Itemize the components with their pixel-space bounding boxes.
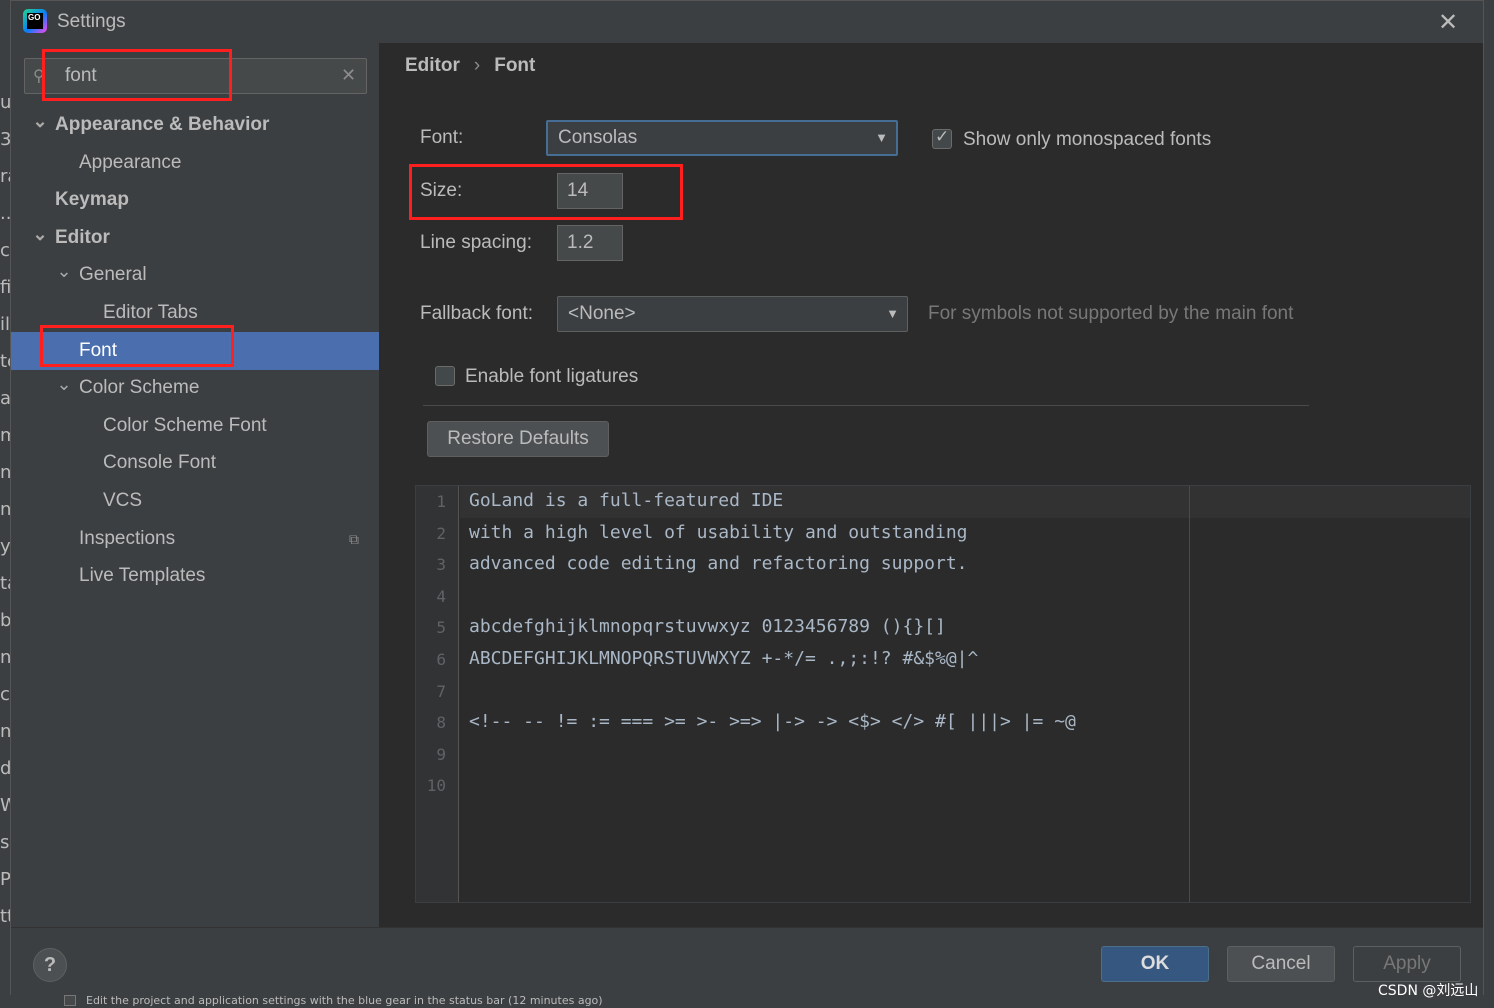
chevron-down-icon[interactable]: ⌄ [55, 369, 73, 399]
breadcrumb: Editor › Font [405, 55, 535, 77]
fallback-font-label: Fallback font: [420, 303, 533, 324]
breadcrumb-parent[interactable]: Editor [405, 55, 460, 76]
line-spacing-label: Line spacing: [420, 232, 532, 253]
breadcrumb-current: Font [494, 55, 536, 76]
tree-item-console-font[interactable]: Console Font [11, 444, 379, 482]
line-spacing-field[interactable]: 1.2 [557, 225, 623, 261]
font-dropdown-value: Consolas [558, 127, 638, 148]
tree-item-font[interactable]: Font [11, 331, 379, 370]
dropdown-arrow-icon: ▼ [875, 130, 888, 145]
settings-sidebar: ⚲ ✕ ⌄ Appearance & Behavior Appearance Keym… [11, 43, 379, 927]
font-label: Font: [420, 127, 464, 148]
tree-item-editor[interactable]: ⌄ Editor [11, 219, 379, 257]
preview-code-line: with a high level of usability and outst… [469, 521, 968, 543]
project-level-icon: ⧉ [349, 530, 359, 547]
chevron-down-icon[interactable]: ⌄ [31, 106, 49, 136]
size-field[interactable]: 14 [557, 173, 623, 209]
title-bar: GO Settings ✕ [11, 1, 1483, 43]
line-number-gutter: 1 2 3 4 5 6 7 8 9 10 [416, 486, 459, 902]
tree-item-label: VCS [103, 490, 143, 511]
settings-search-box[interactable]: ⚲ ✕ [24, 58, 367, 94]
clear-search-icon[interactable]: ✕ [341, 65, 356, 86]
ok-button[interactable]: OK [1101, 946, 1209, 982]
right-margin-guide [1189, 486, 1190, 902]
settings-content: Editor › Font Font: Consolas ▼ ✓ Show only… [379, 43, 1483, 927]
watermark: CSDN @刘远山 [1378, 983, 1479, 999]
line-number: 3 [436, 555, 446, 575]
preview-code-line: ABCDEFGHIJKLMNOPQRSTUVWXYZ +-*/= .,;:!? … [469, 648, 979, 669]
ligatures-checkbox[interactable] [435, 366, 455, 386]
background-status-bar: Edit the project and application setting… [0, 993, 1494, 1008]
fallback-font-dropdown[interactable]: <None> ▼ [557, 296, 908, 332]
chevron-down-icon[interactable]: ⌄ [55, 256, 73, 286]
apply-button[interactable]: Apply [1353, 946, 1461, 982]
monospaced-checkbox[interactable]: ✓ [932, 127, 952, 149]
cancel-button[interactable]: Cancel [1227, 946, 1335, 982]
tree-item-color-scheme-font[interactable]: Color Scheme Font [11, 407, 379, 445]
window-title: Settings [57, 11, 126, 32]
settings-dialog: GO Settings ✕ ⚲ ✕ ⌄ Appearance & Behavior… [10, 0, 1484, 995]
tree-item-color-scheme[interactable]: ⌄ Color Scheme [11, 369, 379, 407]
font-dropdown[interactable]: Consolas ▼ [546, 120, 898, 156]
line-number: 7 [436, 681, 446, 701]
background-ide-right-edge [1484, 0, 1494, 1008]
preview-code-line: advanced code editing and refactoring su… [469, 553, 968, 575]
tree-item-label: Color Scheme Font [103, 414, 267, 436]
line-number: 5 [436, 618, 446, 638]
tree-item-label: Editor Tabs [103, 302, 198, 323]
restore-defaults-button[interactable]: Restore Defaults [427, 421, 609, 457]
line-number: 10 [426, 776, 446, 796]
tree-item-appearance[interactable]: Appearance [11, 144, 379, 182]
line-number: 4 [436, 586, 446, 606]
ligatures-checkbox-label[interactable]: Enable font ligatures [465, 366, 638, 388]
fallback-font-hint: For symbols not supported by the main fo… [928, 303, 1294, 324]
tree-item-editor-tabs[interactable]: Editor Tabs [11, 294, 379, 332]
search-input[interactable] [65, 63, 325, 89]
tree-item-label: Editor [55, 226, 110, 248]
dropdown-arrow-icon: ▼ [886, 306, 899, 321]
preview-code-line: <!-- -- != := === >= >- >=> |-> -> <$> <… [469, 711, 1076, 733]
status-checkbox-icon [64, 995, 76, 1006]
tree-item-label: Color Scheme [79, 377, 200, 399]
tree-item-label: Font [79, 339, 118, 361]
tree-item-label: Appearance [79, 151, 182, 173]
tree-item-label: Appearance & Behavior [55, 114, 270, 135]
fallback-font-value: <None> [568, 303, 636, 324]
tree-item-label: Inspections [79, 527, 176, 549]
size-label: Size: [420, 180, 463, 201]
font-preview-editor[interactable]: 1 2 3 4 5 6 7 8 9 10 GoLand is a full-featured ID… [415, 485, 1471, 903]
line-number: 2 [436, 523, 446, 543]
tree-item-label: Console Font [103, 452, 217, 474]
monospaced-checkbox-label[interactable]: Show only monospaced fonts [963, 129, 1211, 151]
tree-item-live-templates[interactable]: Live Templates [11, 557, 379, 595]
tree-item-label: Live Templates [79, 565, 206, 587]
tree-item-label: General [79, 264, 147, 286]
tree-item-keymap[interactable]: Keymap [11, 181, 379, 219]
divider [423, 405, 1309, 406]
preview-code-line: GoLand is a full-featured IDE [469, 490, 784, 511]
preview-code-line: abcdefghijklmnopqrstuvwxyz 0123456789 ()… [469, 616, 946, 638]
breadcrumb-separator-icon: › [473, 55, 481, 76]
close-button[interactable]: ✕ [1435, 9, 1461, 35]
line-number: 6 [436, 650, 446, 669]
status-message: Edit the project and application setting… [86, 994, 603, 1007]
tree-item-inspections[interactable]: Inspections ⧉ [11, 520, 379, 558]
help-button[interactable]: ? [33, 948, 67, 982]
line-number: 9 [436, 744, 446, 764]
tree-item-vcs[interactable]: VCS [11, 482, 379, 520]
dialog-button-bar: ? OK Cancel Apply [11, 927, 1483, 995]
tree-item-label: Keymap [55, 189, 129, 211]
line-number: 8 [436, 713, 446, 733]
chevron-down-icon[interactable]: ⌄ [31, 219, 49, 249]
tree-item-appearance-behavior[interactable]: ⌄ Appearance & Behavior [11, 106, 379, 144]
line-number: 1 [436, 492, 446, 511]
goland-logo-icon: GO [23, 9, 47, 33]
checkmark-icon: ✓ [935, 127, 950, 147]
tree-item-general[interactable]: ⌄ General [11, 256, 379, 294]
search-icon: ⚲ [33, 66, 45, 85]
